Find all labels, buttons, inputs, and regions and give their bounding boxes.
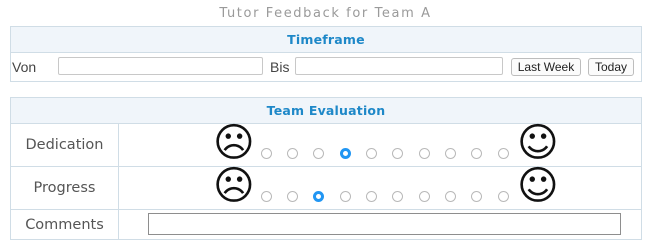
last-week-button[interactable]: Last Week [511,58,581,76]
dedication-radio-9[interactable] [471,148,482,159]
comments-label: Comments [10,209,119,240]
progress-radio-10[interactable] [498,191,509,202]
happy-face-icon: ☺ [517,163,559,209]
progress-radio-7[interactable] [419,191,430,202]
dedication-radio-6[interactable] [392,148,403,159]
progress-radio-9[interactable] [471,191,482,202]
from-date-input[interactable] [58,57,263,75]
dedication-radio-1[interactable] [261,148,272,159]
progress-radio-5[interactable] [366,191,377,202]
comments-textarea[interactable] [148,213,621,235]
sad-face-icon: ☹ [213,163,255,209]
today-button[interactable]: Today [588,58,634,76]
timeframe-row: Von Bis Last Week Today [10,52,642,82]
evaluation-panel: Team Evaluation Dedication ☹ ☺ Progress … [10,97,642,240]
happy-face-icon: ☺ [517,120,559,166]
progress-radio-4[interactable] [340,191,351,202]
comments-cell [118,209,642,240]
dedication-radio-4[interactable] [340,148,351,159]
dedication-radio-3[interactable] [313,148,324,159]
dedication-radio-10[interactable] [498,148,509,159]
to-label: Bis [270,59,290,75]
progress-radio-3[interactable] [313,191,324,202]
dedication-radio-5[interactable] [366,148,377,159]
page-title: Tutor Feedback for Team A [219,6,432,21]
dedication-radio-2[interactable] [287,148,298,159]
progress-radio-1[interactable] [261,191,272,202]
from-label: Von [12,59,37,75]
progress-rating: ☹ ☺ [118,163,642,210]
progress-radio-2[interactable] [287,191,298,202]
to-date-input[interactable] [295,57,503,75]
dedication-rating: ☹ ☺ [118,120,642,167]
progress-label: Progress [10,166,119,210]
timeframe-panel: Timeframe Von Bis Last Week Today [10,26,642,82]
progress-radio-6[interactable] [392,191,403,202]
progress-radio-8[interactable] [445,191,456,202]
dedication-radio-7[interactable] [419,148,430,159]
dedication-radio-8[interactable] [445,148,456,159]
timeframe-header: Timeframe [10,26,642,53]
sad-face-icon: ☹ [213,120,255,166]
dedication-label: Dedication [10,123,119,167]
